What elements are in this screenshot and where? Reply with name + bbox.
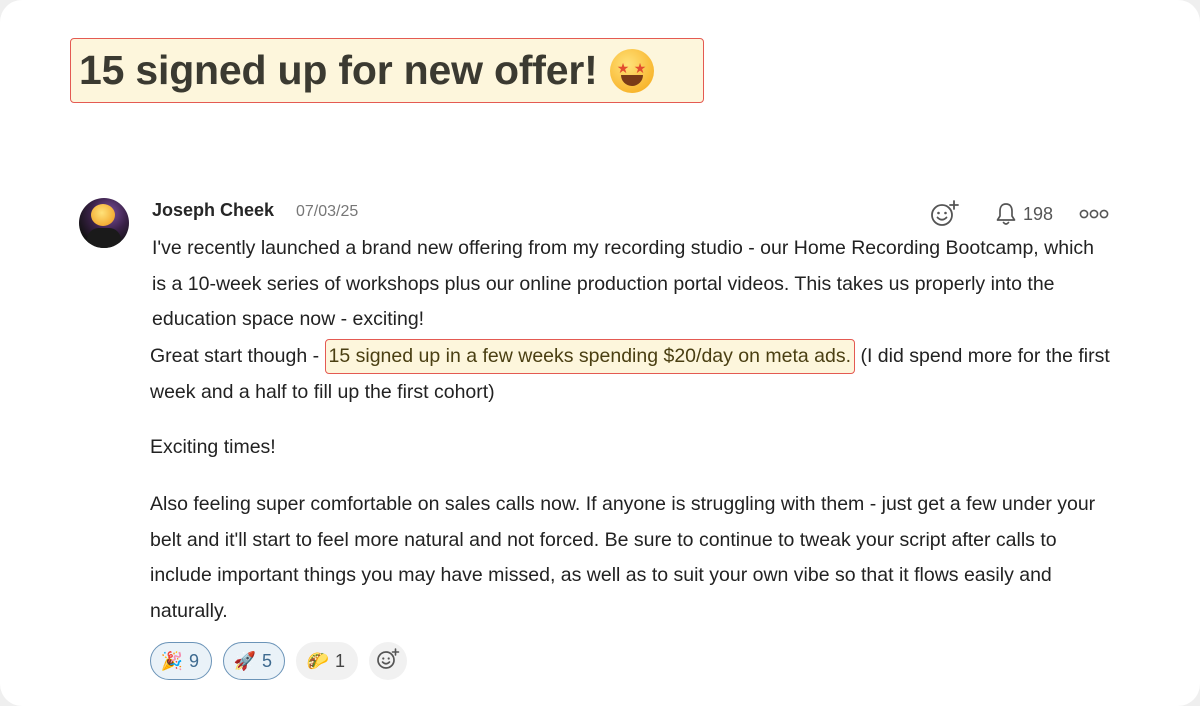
post-actions: 198	[929, 200, 1109, 228]
star-eye-icon: ★	[616, 59, 630, 76]
reaction-taco[interactable]: 🌮 1	[296, 642, 359, 680]
party-popper-icon: 🎉	[160, 650, 184, 671]
reaction-count: 5	[262, 650, 273, 671]
post-body: I've recently launched a brand new offer…	[152, 231, 1112, 338]
add-reaction-icon	[376, 647, 400, 675]
reaction-rocket[interactable]: 🚀 5	[223, 642, 286, 680]
paragraph-exciting: Exciting times!	[150, 436, 276, 458]
mouth-shape	[620, 74, 643, 86]
highlighted-result: 15 signed up in a few weeks spending $20…	[324, 339, 856, 374]
more-options-icon[interactable]	[1079, 208, 1109, 220]
notification-count: 198	[1023, 203, 1054, 224]
post-date: 07/03/25	[296, 203, 359, 220]
paragraph-results-lead: Great start though -	[150, 345, 325, 367]
avatar-body	[87, 228, 121, 248]
post-title-highlight: 15 signed up for new offer! ★ ★	[70, 38, 704, 103]
reaction-party-popper[interactable]: 🎉 9	[150, 642, 213, 680]
avatar-face	[91, 204, 115, 226]
avatar[interactable]	[79, 198, 129, 248]
paragraph-results: Great start though - 15 signed up in a f…	[150, 339, 1120, 410]
notifications-button[interactable]: 198	[995, 202, 1053, 226]
add-reaction-icon[interactable]	[929, 200, 959, 228]
reactions-bar: 🎉 9 🚀 5 🌮 1	[150, 642, 408, 680]
bell-icon	[995, 202, 1017, 226]
reaction-count: 1	[335, 650, 346, 671]
post-title: 15 signed up for new offer!	[79, 47, 598, 93]
paragraph-intro: I've recently launched a brand new offer…	[152, 237, 1094, 330]
post-card: 15 signed up for new offer! ★ ★ Joseph C…	[0, 0, 1200, 706]
star-struck-icon: ★ ★	[609, 48, 654, 93]
add-reaction-button[interactable]	[369, 642, 408, 680]
paragraph-sales-calls: Also feeling super comfortable on sales …	[150, 493, 1096, 622]
reaction-count: 9	[189, 650, 200, 671]
taco-icon: 🌮	[306, 650, 330, 671]
rocket-icon: 🚀	[233, 650, 257, 671]
star-eye-icon: ★	[633, 59, 647, 76]
author-name[interactable]: Joseph Cheek	[152, 200, 274, 221]
